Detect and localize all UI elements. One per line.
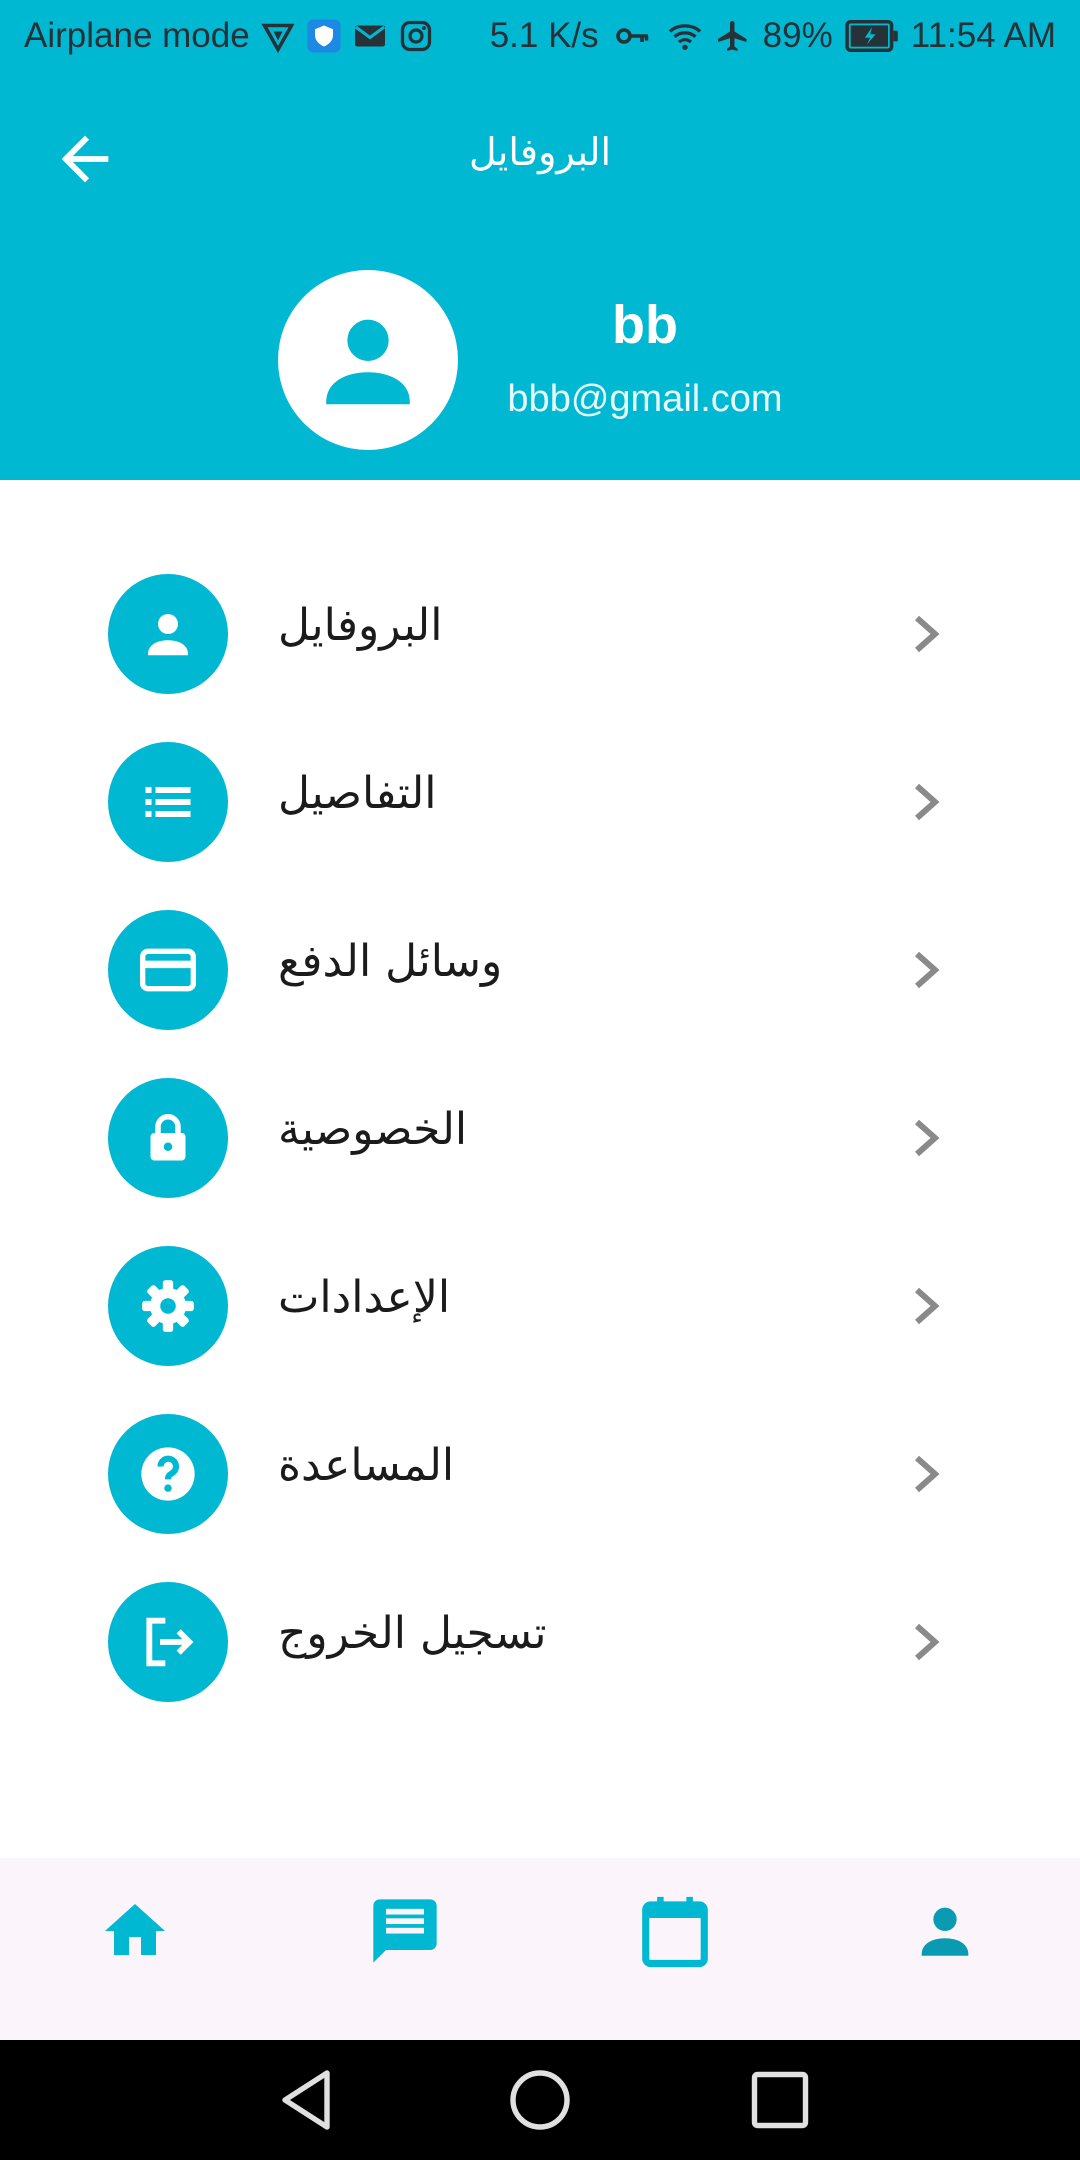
home-circle-icon[interactable] [504, 2064, 576, 2136]
chevron-right-icon [915, 615, 940, 653]
key-icon [615, 28, 648, 44]
user-name: bb [612, 295, 678, 355]
status-bar: Airplane mode 5.1 K/s 89% 11:54 AM [0, 0, 1080, 76]
avatar[interactable] [278, 270, 458, 450]
status-left: Airplane mode [24, 16, 434, 56]
menu-item-settings[interactable]: الإعدادات [0, 1232, 1080, 1372]
menu-item-privacy[interactable]: الخصوصية [0, 1064, 1080, 1204]
airplane-icon [717, 21, 747, 51]
wifi-icon [668, 24, 701, 50]
back-triangle-icon[interactable] [270, 2064, 342, 2136]
gear-icon [142, 1280, 194, 1332]
help-icon [141, 1447, 195, 1501]
menu-icon-circle [108, 1246, 228, 1366]
clock: 11:54 AM [910, 16, 1056, 55]
recents-square-icon[interactable] [744, 2064, 816, 2136]
airplane-mode-text: Airplane mode [24, 16, 250, 55]
menu-item-details[interactable]: التفاصيل [0, 728, 1080, 868]
menu-item-logout[interactable]: تسجيل الخروج [0, 1568, 1080, 1708]
nav-home[interactable] [90, 1886, 180, 1976]
user-email: bbb@gmail.com [507, 378, 783, 420]
status-right: 5.1 K/s 89% 11:54 AM [490, 16, 1056, 56]
menu-label: المساعدة [278, 1440, 455, 1491]
battery-icon [845, 20, 898, 52]
nav-chat[interactable] [360, 1886, 450, 1976]
list-icon [145, 787, 191, 817]
menu-icon-circle [108, 910, 228, 1030]
chevron-right-icon [915, 951, 940, 989]
chat-icon [373, 1899, 437, 1963]
menu-label: البروفايل [278, 600, 443, 651]
person-icon [326, 319, 410, 405]
menu-icon-circle [108, 574, 228, 694]
calendar-icon [642, 1896, 708, 1968]
chevron-right-icon [915, 1455, 940, 1493]
menu-icon-circle [108, 1582, 228, 1702]
system-navigation-bar [0, 2040, 1080, 2160]
menu-icon-circle [108, 742, 228, 862]
menu-label: الخصوصية [278, 1104, 468, 1155]
chevron-right-icon [915, 1119, 940, 1157]
battery-percent: 89% [762, 16, 833, 55]
chevron-right-icon [915, 783, 940, 821]
chevron-right-icon [915, 1623, 940, 1661]
menu-label: وسائل الدفع [278, 936, 503, 987]
nav-profile[interactable] [900, 1886, 990, 1976]
instagram-icon [400, 20, 431, 52]
menu-label: التفاصيل [278, 768, 437, 819]
menu-item-help[interactable]: المساعدة [0, 1400, 1080, 1540]
credit-card-icon [140, 948, 196, 992]
menu-icon-circle [108, 1078, 228, 1198]
menu-icon-circle [108, 1414, 228, 1534]
bottom-navigation [0, 1858, 1080, 2040]
nav-calendar[interactable] [630, 1886, 720, 1976]
home-icon [105, 1904, 165, 1955]
page-title: البروفايل [468, 130, 612, 174]
network-speed: 5.1 K/s [489, 16, 599, 55]
chevron-right-icon [915, 1287, 940, 1325]
menu-label: الإعدادات [278, 1272, 451, 1323]
lock-icon [150, 1114, 186, 1161]
logout-icon [146, 1617, 194, 1667]
vpn-icon [261, 23, 295, 54]
menu-label: تسجيل الخروج [278, 1608, 547, 1659]
profile-header: البروفايل bb bbb@gmail.com [0, 76, 1080, 480]
menu-item-profile[interactable]: البروفايل [0, 560, 1080, 700]
person-icon [148, 614, 188, 656]
mail-icon [354, 25, 385, 47]
menu-item-payment-methods[interactable]: وسائل الدفع [0, 896, 1080, 1036]
shield-icon [307, 19, 341, 53]
profile-icon [921, 1907, 969, 1956]
